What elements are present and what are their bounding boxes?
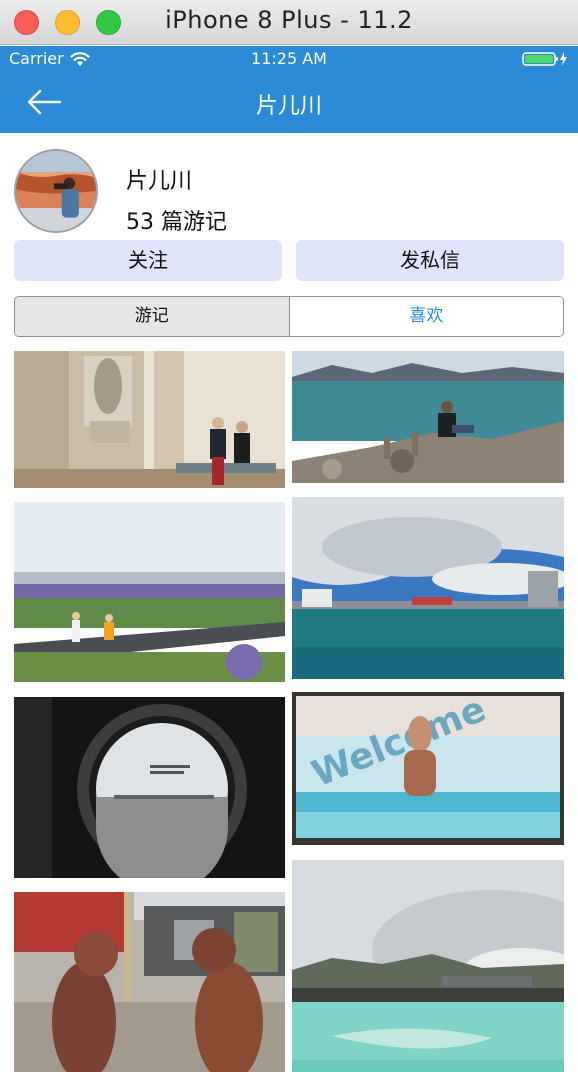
send-message-button[interactable]: 发私信 <box>296 240 564 281</box>
profile-name: 片儿川 <box>126 169 193 194</box>
avatar-image <box>16 151 96 231</box>
photo-harbour-ships <box>292 497 564 679</box>
photo-porthole <box>14 697 285 878</box>
photo-statue-bench <box>14 351 285 488</box>
simulator-title-bar: iPhone 8 Plus - 11.2 <box>0 0 578 45</box>
photo-tile[interactable]: Welcome <box>292 692 564 845</box>
photo-tile[interactable] <box>292 860 564 1072</box>
battery-icon <box>522 52 567 66</box>
status-time: 11:25 AM <box>251 49 327 68</box>
photo-tile[interactable] <box>292 351 564 483</box>
navigation-bar: 片儿川 <box>0 72 578 133</box>
segmented-control: 游记 喜欢 <box>14 296 564 337</box>
photo-lupin-field <box>14 502 285 682</box>
photo-tile[interactable] <box>292 497 564 679</box>
photo-tile[interactable] <box>14 697 285 878</box>
tab-likes[interactable]: 喜欢 <box>289 297 563 336</box>
status-bar: Carrier 11:25 AM <box>0 46 578 72</box>
window-title: iPhone 8 Plus - 11.2 <box>165 6 413 34</box>
photo-seaside-rocks <box>292 351 564 483</box>
photo-tile[interactable] <box>14 502 285 682</box>
avatar[interactable] <box>14 149 98 233</box>
photo-tile[interactable] <box>14 351 285 488</box>
photo-blue-lagoon <box>292 860 564 1072</box>
nav-title: 片儿川 <box>255 94 322 119</box>
travelogue-count: 53 篇游记 <box>126 210 227 235</box>
tab-travelogues[interactable]: 游记 <box>15 297 290 336</box>
photo-tile[interactable] <box>14 892 285 1072</box>
follow-button[interactable]: 关注 <box>14 240 282 281</box>
photo-welcome-billboard: Welcome <box>292 692 564 845</box>
photo-street-sculptures <box>14 892 285 1072</box>
